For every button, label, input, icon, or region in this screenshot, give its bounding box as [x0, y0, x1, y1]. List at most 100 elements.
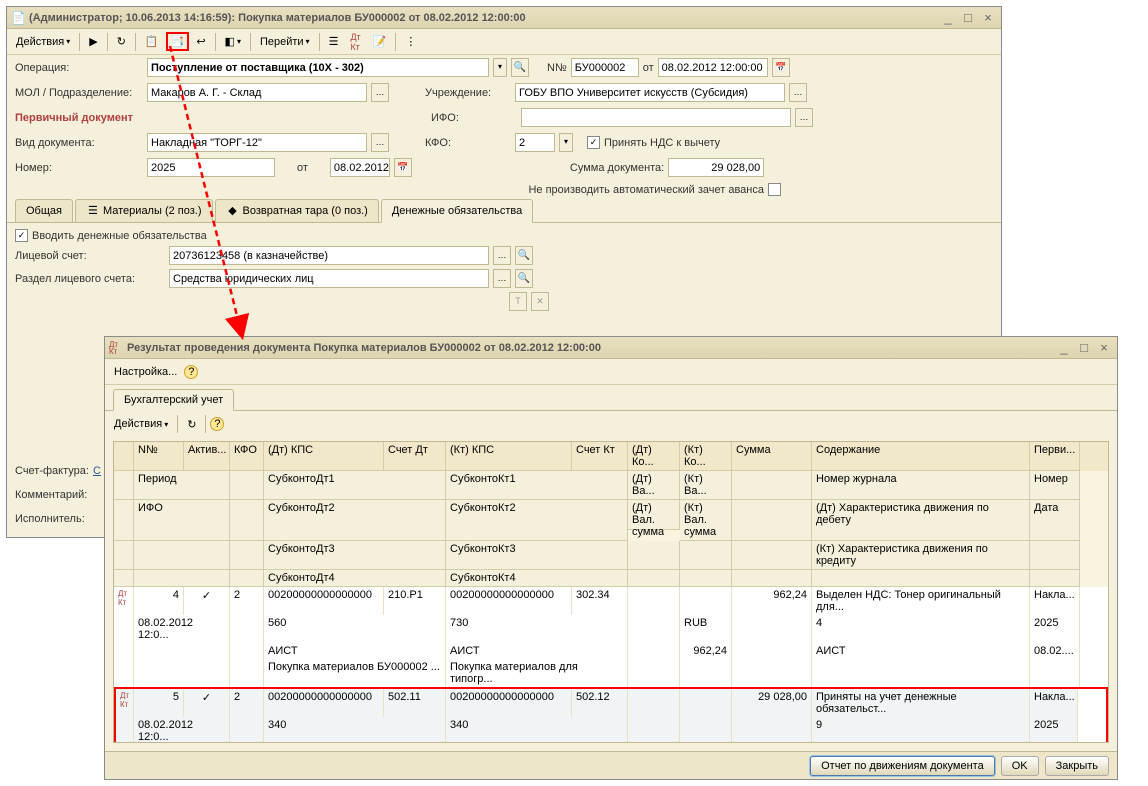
- check-icon: ✓: [184, 689, 230, 717]
- kfo-dropdown[interactable]: ▾: [559, 133, 573, 152]
- doc-date-from-label: от: [297, 162, 308, 174]
- refresh-icon[interactable]: ↻: [182, 415, 201, 434]
- window-posting-result: ДтКт Результат проведения документа Поку…: [104, 336, 1118, 780]
- col-content[interactable]: Содержание: [812, 442, 1030, 471]
- doc-type-dots[interactable]: …: [371, 133, 389, 152]
- no-auto-offset-checkbox[interactable]: [768, 183, 781, 196]
- text-button[interactable]: T: [509, 292, 527, 311]
- col-n[interactable]: N№: [134, 442, 184, 471]
- tool-structure-icon[interactable]: ◧▾: [220, 32, 246, 51]
- tab-materials[interactable]: ☰Материалы (2 поз.): [75, 199, 213, 222]
- close-button[interactable]: ×: [979, 10, 997, 26]
- table-row[interactable]: ДтКт 4 ✓ 2 00200000000000000 210.Р1 0020…: [114, 587, 1108, 687]
- tool-undo-icon[interactable]: ↩: [191, 32, 210, 51]
- tool-post-document-icon[interactable]: 📑: [166, 32, 190, 51]
- col-kt-kps[interactable]: (Кт) КПС: [446, 442, 572, 471]
- date-picker[interactable]: 📅: [772, 58, 790, 77]
- tool-copy-icon[interactable]: 📋: [140, 32, 164, 51]
- check-icon: ✓: [184, 587, 230, 615]
- tool-refresh-icon[interactable]: ↻: [112, 32, 131, 51]
- vat-checkbox[interactable]: ✓: [587, 136, 600, 149]
- account-section-dots[interactable]: …: [493, 269, 511, 288]
- ifo-dots[interactable]: …: [795, 108, 813, 127]
- mol-dots[interactable]: …: [371, 83, 389, 102]
- tab-accounting[interactable]: Бухгалтерский учет: [113, 389, 234, 411]
- account-section-search[interactable]: 🔍: [515, 269, 533, 288]
- operation-dropdown[interactable]: ▾: [493, 58, 507, 77]
- col-sum[interactable]: Сумма: [732, 442, 812, 471]
- monetary-checkbox-label: Вводить денежные обязательства: [32, 230, 207, 242]
- doc-sum-value[interactable]: 29 028,00: [668, 158, 764, 177]
- col-dt-kps[interactable]: (Дт) КПС: [264, 442, 384, 471]
- returnable-icon: ◆: [226, 204, 240, 218]
- clear-button[interactable]: ✕: [531, 292, 549, 311]
- dt-kt-icon: ДтКт: [114, 587, 134, 615]
- account-label: Лицевой счет:: [15, 250, 165, 262]
- col-primary[interactable]: Перви...: [1030, 442, 1080, 471]
- tool-notes-icon[interactable]: 📝: [368, 32, 392, 51]
- ok-button[interactable]: OK: [1001, 756, 1039, 776]
- monetary-checkbox[interactable]: ✓: [15, 229, 28, 242]
- help-icon-2[interactable]: ?: [210, 417, 224, 431]
- operation-label: Операция:: [15, 62, 143, 74]
- date-from-value[interactable]: 08.02.2012 12:00:00: [658, 58, 768, 77]
- doc-date-value[interactable]: 08.02.2012: [330, 158, 390, 177]
- tool-more-icon[interactable]: ⋮: [400, 32, 421, 51]
- operation-select[interactable]: 🔍: [511, 58, 529, 77]
- actions-menu[interactable]: Действия▾: [11, 33, 75, 51]
- maximize-button[interactable]: □: [959, 10, 977, 26]
- col-active[interactable]: Актив...: [184, 442, 230, 471]
- doc-number-label: Номер:: [15, 162, 143, 174]
- col-acc-kt[interactable]: Счет Кт: [572, 442, 628, 471]
- vat-label: Принять НДС к вычету: [604, 137, 720, 149]
- doc-date-picker[interactable]: 📅: [394, 158, 412, 177]
- operation-value[interactable]: Поступление от поставщика (10Х - 302): [147, 58, 489, 77]
- tool-dt-kt-icon[interactable]: ДтКт: [345, 29, 365, 55]
- col-kfo[interactable]: КФО: [230, 442, 264, 471]
- ifo-value[interactable]: [521, 108, 791, 127]
- kfo-value[interactable]: 2: [515, 133, 555, 152]
- close-button[interactable]: ×: [1095, 340, 1113, 356]
- close-button[interactable]: Закрыть: [1045, 756, 1109, 776]
- result-title: Результат проведения документа Покупка м…: [127, 342, 1053, 354]
- maximize-button[interactable]: □: [1075, 340, 1093, 356]
- result-tabs: Бухгалтерский учет: [105, 385, 1117, 411]
- doc-number-value[interactable]: 2025: [147, 158, 275, 177]
- ifo-label: ИФО:: [431, 112, 517, 124]
- help-icon[interactable]: ?: [184, 365, 198, 379]
- minimize-button[interactable]: _: [939, 10, 957, 26]
- invoice-link[interactable]: С: [93, 465, 101, 477]
- tab-returnable[interactable]: ◆Возвратная тара (0 поз.): [215, 199, 379, 222]
- col-acc-dt[interactable]: Счет Дт: [384, 442, 446, 471]
- tab-general[interactable]: Общая: [15, 199, 73, 222]
- col-dt-qty[interactable]: (Дт) Ко...: [628, 442, 680, 471]
- report-button[interactable]: Отчет по движениям документа: [810, 756, 995, 776]
- doc-type-value[interactable]: Накладная "ТОРГ-12": [147, 133, 367, 152]
- mol-value[interactable]: Макаров А. Г. - Склад: [147, 83, 367, 102]
- account-value[interactable]: 20736123458 (в казначействе): [169, 246, 489, 265]
- account-search[interactable]: 🔍: [515, 246, 533, 265]
- minimize-button[interactable]: _: [1055, 340, 1073, 356]
- actions-menu-2[interactable]: Действия▾: [109, 415, 173, 433]
- tool-list-icon[interactable]: ☰: [324, 32, 344, 51]
- settings-button[interactable]: Настройка...: [109, 363, 182, 381]
- tool-execute-icon[interactable]: ▶: [84, 32, 102, 51]
- account-dots[interactable]: …: [493, 246, 511, 265]
- result-toolbar: Настройка... ?: [105, 359, 1117, 385]
- account-section-value[interactable]: Средства юридических лиц: [169, 269, 489, 288]
- toolbar: Действия▾ ▶ ↻ 📋 📑 ↩ ◧▾ Перейти▾ ☰ ДтКт 📝…: [7, 29, 1001, 55]
- institution-dots[interactable]: …: [789, 83, 807, 102]
- doc-sum-label: Сумма документа:: [570, 162, 664, 174]
- institution-label: Учреждение:: [425, 87, 511, 99]
- table-row-highlighted[interactable]: ДтКт 5 ✓ 2 00200000000000000 502.11 0020…: [114, 687, 1108, 743]
- institution-value[interactable]: ГОБУ ВПО Университет искусств (Субсидия): [515, 83, 785, 102]
- goto-menu[interactable]: Перейти▾: [255, 33, 315, 51]
- col-kt-qty[interactable]: (Кт) Ко...: [680, 442, 732, 471]
- account-section-label: Раздел лицевого счета:: [15, 273, 165, 285]
- posting-grid[interactable]: N№ Актив... КФО (Дт) КПС Счет Дт (Кт) КП…: [113, 441, 1109, 743]
- titlebar-result: ДтКт Результат проведения документа Поку…: [105, 337, 1117, 359]
- window-title: (Администратор; 10.06.2013 14:16:59): По…: [29, 12, 937, 24]
- tab-monetary[interactable]: Денежные обязательства: [381, 199, 533, 223]
- number-value[interactable]: БУ000002: [571, 58, 639, 77]
- dt-kt-icon: ДтКт: [116, 689, 134, 717]
